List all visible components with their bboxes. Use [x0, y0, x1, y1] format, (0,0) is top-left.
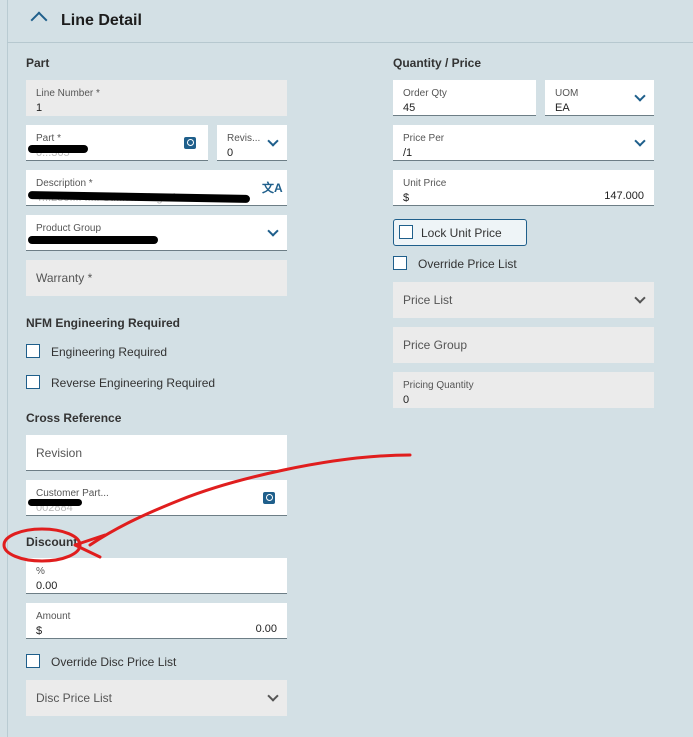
red-annotation-arrow — [2, 453, 412, 563]
